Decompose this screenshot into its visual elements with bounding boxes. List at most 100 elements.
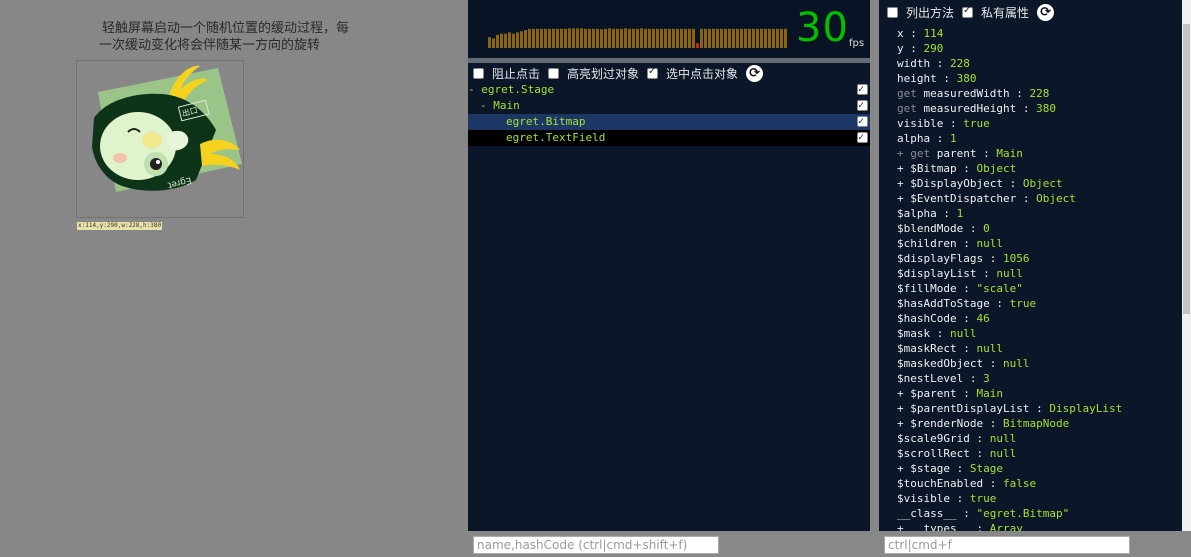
refresh-properties-icon[interactable]: ⟳	[1037, 3, 1055, 21]
tree-node-visible-checkbox[interactable]	[857, 114, 868, 130]
property-row[interactable]: + $DisplayObject : Object	[897, 176, 1177, 191]
property-separator: :	[903, 27, 924, 40]
property-value: 114	[923, 27, 944, 40]
property-row[interactable]: $maskedObject : null	[897, 356, 1177, 371]
list-methods-option[interactable]: 列出方法	[887, 4, 954, 21]
property-row[interactable]: $scale9Grid : null	[897, 431, 1177, 446]
properties-scrollbar-thumb[interactable]	[1183, 24, 1190, 314]
property-key: $displayList	[897, 267, 977, 280]
refresh-tree-icon[interactable]: ⟳	[746, 64, 764, 82]
fps-bar	[648, 28, 651, 48]
property-separator: :	[930, 57, 950, 70]
tree-node-label: egret.Bitmap	[506, 115, 586, 128]
property-row[interactable]: $hasAddToStage : true	[897, 296, 1177, 311]
tree-node-visible-checkbox[interactable]	[857, 98, 868, 114]
properties-scrollbar[interactable]	[1182, 0, 1191, 531]
fps-bar	[664, 28, 667, 48]
tree-node[interactable]: egret.Bitmap	[468, 114, 870, 130]
property-row[interactable]: get measuredHeight : 380	[897, 101, 1177, 116]
stage-description-line-2: 一次缓动变化将会伴随某一方向的旋转	[99, 38, 321, 53]
property-row[interactable]: y : 290	[897, 41, 1177, 56]
prevent-click-checkbox[interactable]	[473, 67, 484, 79]
property-row[interactable]: x : 114	[897, 26, 1177, 41]
property-row[interactable]: + $parentDisplayList : DisplayList	[897, 401, 1177, 416]
tree-node[interactable]: - egret.Stage	[468, 82, 870, 98]
fps-bar	[528, 28, 531, 48]
tree-node[interactable]: - Main	[468, 98, 870, 114]
fps-bar	[628, 28, 631, 48]
property-row[interactable]: $touchEnabled : false	[897, 476, 1177, 491]
fps-bar	[540, 28, 543, 48]
highlight-hover-option[interactable]: 高亮划过对象	[548, 65, 639, 82]
fps-bar	[756, 28, 759, 48]
property-row[interactable]: $nestLevel : 3	[897, 371, 1177, 386]
select-clicked-checkbox[interactable]	[647, 66, 659, 79]
properties-panel: 列出方法 私有属性 ⟳ x : 114y : 290width : 228hei…	[879, 0, 1191, 557]
fps-bar	[652, 28, 655, 48]
property-row[interactable]: $maskRect : null	[897, 341, 1177, 356]
property-value: Main	[976, 387, 1003, 400]
tree-search-input[interactable]	[473, 536, 719, 554]
property-value: 380	[1036, 102, 1056, 115]
fps-bar	[592, 28, 595, 48]
property-row[interactable]: __class__ : "egret.Bitmap"	[897, 506, 1177, 521]
property-value: 290	[923, 42, 944, 55]
property-key: $hashCode	[897, 312, 957, 325]
property-row[interactable]: $fillMode : "scale"	[897, 281, 1177, 296]
property-row[interactable]: visible : true	[897, 116, 1177, 131]
property-row[interactable]: + $EventDispatcher : Object	[897, 191, 1177, 206]
list-methods-checkbox[interactable]	[887, 6, 898, 18]
property-row[interactable]: + $parent : Main	[897, 386, 1177, 401]
property-key: $touchEnabled	[897, 477, 984, 490]
list-methods-label: 列出方法	[906, 5, 955, 20]
highlight-hover-label: 高亮划过对象	[567, 66, 640, 81]
property-row[interactable]: $visible : true	[897, 491, 1177, 506]
game-stage[interactable]: 轻触屏幕启动一个随机位置的缓动过程，每 一次缓动变化将会伴随某一方向的旋转 出口…	[0, 0, 468, 557]
property-separator: :	[963, 372, 984, 385]
property-row[interactable]: + get parent : Main	[897, 146, 1177, 161]
property-separator: :	[1016, 102, 1037, 115]
property-row[interactable]: alpha : 1	[897, 131, 1177, 146]
property-row[interactable]: width : 228	[897, 56, 1177, 71]
property-row[interactable]: + $stage : Stage	[897, 461, 1177, 476]
property-key: $fillMode	[897, 282, 957, 295]
property-row[interactable]: + $renderNode : BitmapNode	[897, 416, 1177, 431]
fps-bar	[764, 28, 767, 48]
highlight-hover-checkbox[interactable]	[548, 67, 560, 79]
property-row[interactable]: $scrollRect : null	[897, 446, 1177, 461]
tree-node-visible-checkbox[interactable]	[857, 130, 868, 146]
property-row[interactable]: $displayList : null	[897, 266, 1177, 281]
fps-bar	[520, 31, 523, 48]
property-prefix: +	[897, 462, 911, 475]
fps-bar	[768, 28, 771, 48]
property-row[interactable]: $hashCode : 46	[897, 311, 1177, 326]
tree-node-visible-checkbox[interactable]	[857, 82, 868, 98]
property-row[interactable]: get measuredWidth : 228	[897, 86, 1177, 101]
private-props-option[interactable]: 私有属性	[962, 4, 1029, 21]
fps-bar	[616, 28, 619, 48]
property-row[interactable]: height : 380	[897, 71, 1177, 86]
property-key: $hasAddToStage	[897, 297, 990, 310]
property-row[interactable]: $mask : null	[897, 326, 1177, 341]
fps-bar	[784, 28, 787, 48]
property-row[interactable]: $children : null	[897, 236, 1177, 251]
property-prefix: +	[897, 162, 911, 175]
tree-node[interactable]: egret.TextField	[468, 130, 870, 146]
property-row[interactable]: $displayFlags : 1056	[897, 251, 1177, 266]
property-search-input[interactable]	[884, 536, 1130, 554]
property-row[interactable]: + $Bitmap : Object	[897, 161, 1177, 176]
property-key: visible	[897, 117, 944, 130]
private-props-checkbox[interactable]	[962, 5, 974, 18]
fps-bar	[692, 28, 695, 48]
fps-bar	[688, 28, 691, 48]
property-separator: :	[930, 132, 950, 145]
select-clicked-option[interactable]: 选中点击对象	[647, 65, 738, 82]
property-key: height	[897, 72, 937, 85]
property-row[interactable]: $alpha : 1	[897, 206, 1177, 221]
property-value: DisplayList	[1049, 402, 1123, 415]
fps-bar	[740, 28, 743, 48]
prevent-click-option[interactable]: 阻止点击	[473, 65, 540, 82]
property-value: null	[989, 432, 1017, 445]
property-separator: :	[956, 237, 977, 250]
property-row[interactable]: $blendMode : 0	[897, 221, 1177, 236]
